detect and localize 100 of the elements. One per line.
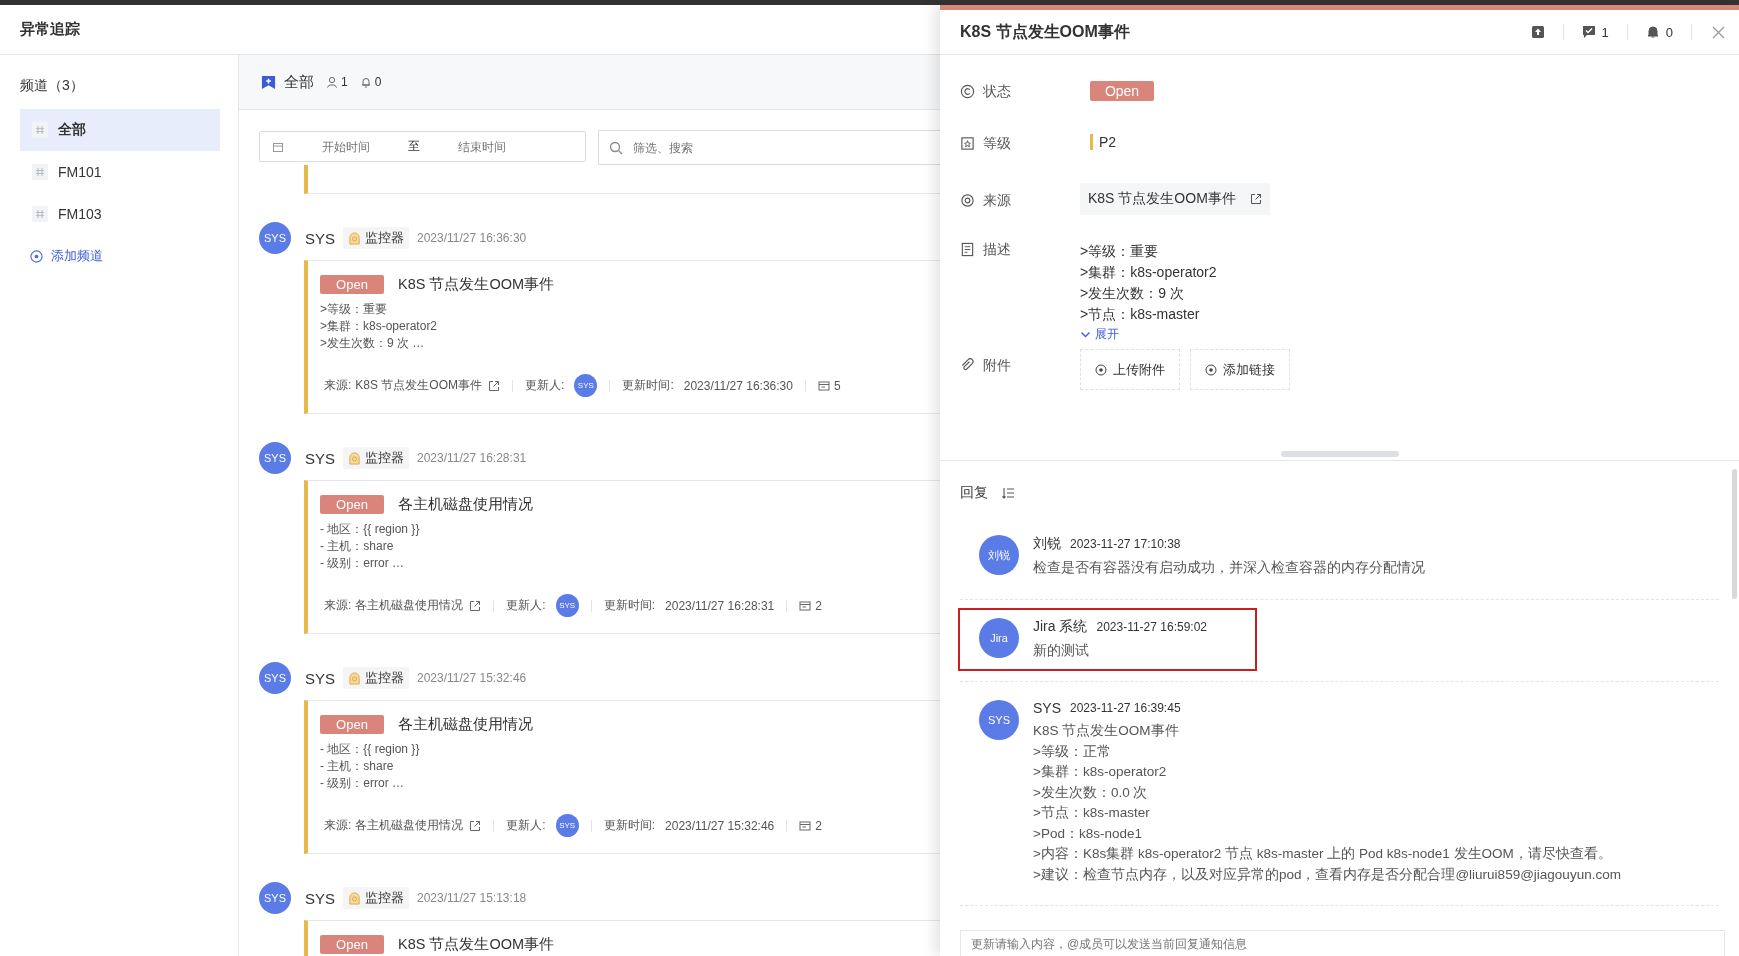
user-avatar: SYS (979, 700, 1019, 740)
event-card[interactable]: Open 各主机磁盘使用情况 - 地区：{{ region }} - 主机：share - 级别：error … 来源: 各主机磁盘使用情况 更新人: SYS 更新时间: 2023/11/27 16:28:31 2 (304, 480, 940, 634)
update-time: 2023/11/27 15:32:46 (665, 818, 775, 833)
source-link[interactable]: 各主机磁盘使用情况 (355, 817, 464, 834)
source-icon (960, 193, 975, 208)
user-avatar: SYS (259, 442, 291, 474)
member-count[interactable]: 1 (326, 75, 348, 89)
event-summary: >等级：重要 >集群：k8s-operator2 >发生次数：9 次 … (320, 301, 439, 352)
comment-count: 2 (799, 598, 822, 613)
external-link-icon[interactable] (469, 819, 482, 832)
reply-input[interactable]: 更新请输入内容，@成员可以发送当前回复通知信息 (960, 930, 1725, 956)
scrollbar[interactable] (1732, 469, 1737, 599)
source-tag: 监控器 (343, 667, 409, 689)
updater-label: 更新人: (506, 817, 546, 834)
event-title: 各主机磁盘使用情况 (398, 495, 533, 514)
source-label: 来源: (324, 377, 352, 394)
expand-button[interactable]: 展开 (1080, 326, 1119, 343)
range-separator: 至 (408, 138, 420, 155)
user-avatar: SYS (555, 814, 579, 837)
sort-icon[interactable] (1002, 487, 1015, 499)
status-badge: Open (320, 495, 384, 514)
comment-icon (799, 819, 812, 832)
reply-time: 2023-11-27 16:59:02 (1096, 619, 1207, 634)
event-summary: - 地区：{{ region }} - 主机：share - 级别：error … (320, 741, 421, 792)
user-avatar: 刘锐 (979, 535, 1019, 575)
attachment-button[interactable]: 上传附件 (1080, 349, 1180, 390)
bell-icon (359, 76, 372, 88)
update-time: 2023/11/27 16:36:30 (683, 378, 793, 393)
external-link-icon (1249, 193, 1262, 205)
author-name: SYS (305, 449, 335, 467)
source-label: 来源: (324, 817, 352, 834)
notification-count[interactable]: 0 (359, 75, 382, 89)
all-tab[interactable]: 全部 (261, 72, 314, 92)
event-card[interactable]: Open K8S 节点发生OOM事件 >等级：重要 >集群：k8s-operator2 >发生次数：9 次 … 来源: K8S 节点发生OOM事件 更新人: SYS 更新时间: 2023/11/27 16:36:30 5 (304, 260, 940, 414)
channel-item[interactable]: FM103 (20, 193, 220, 235)
hash-icon (32, 164, 48, 180)
event-title: K8S 节点发生OOM事件 (398, 935, 555, 954)
event-time: 2023/11/27 15:13:18 (417, 891, 527, 905)
reply-time: 2023-11-27 17:10:38 (1070, 537, 1181, 551)
comment-count: 2 (799, 818, 822, 833)
comment-check-icon (1581, 25, 1596, 39)
field-label: 等级 (983, 135, 1011, 153)
source-link[interactable]: K8S 节点发生OOM事件 (355, 377, 483, 394)
sidebar-heading: 频道（3） (20, 77, 85, 95)
description-text: >等级：重要 >集群：k8s-operator2 >发生次数：9 次 >节点：k8s-master (1080, 242, 1217, 324)
field-label: 状态 (983, 83, 1011, 101)
search-icon (609, 140, 623, 155)
start-time-input[interactable]: 开始时间 (284, 138, 408, 155)
author-name: SYS (305, 889, 335, 907)
reply-author: 刘锐 (1033, 535, 1061, 553)
event-title: 各主机磁盘使用情况 (398, 715, 533, 734)
update-time: 2023/11/27 16:28:31 (665, 598, 775, 613)
event-title: K8S 节点发生OOM事件 (398, 275, 555, 294)
add-circle-icon (30, 249, 43, 263)
hash-icon (32, 122, 48, 138)
field-label: 描述 (983, 241, 1011, 259)
priority-level: P2 (1090, 134, 1117, 150)
source-link[interactable]: 各主机磁盘使用情况 (355, 597, 464, 614)
source-tag: 监控器 (343, 887, 409, 909)
status-badge: Open (320, 935, 384, 954)
user-avatar: SYS (259, 662, 291, 694)
channel-item[interactable]: 全部 (20, 109, 220, 151)
notification-count[interactable]: 0 (1645, 24, 1673, 40)
event-card[interactable]: Open 各主机磁盘使用情况 - 地区：{{ region }} - 主机：share - 级别：error … 来源: 各主机磁盘使用情况 更新人: SYS 更新时间: 2023/11/27 15:32:46 2 (304, 700, 940, 854)
bookmark-plus-icon (261, 74, 276, 90)
user-avatar: SYS (574, 374, 598, 397)
monitor-icon (348, 451, 361, 465)
event-time: 2023/11/27 15:32:46 (417, 671, 527, 685)
status-icon (960, 84, 975, 99)
source-tag: 监控器 (343, 447, 409, 469)
reply-text: 新的测试 (1033, 641, 1090, 660)
add-circle-icon (1205, 363, 1217, 376)
upload-icon[interactable] (1530, 25, 1545, 39)
add-circle-icon (1095, 363, 1107, 376)
attachments-icon (960, 358, 975, 373)
monitor-icon (348, 231, 361, 245)
user-avatar: SYS (259, 882, 291, 914)
description-icon (960, 242, 975, 257)
event-card[interactable]: Open K8S 节点发生OOM事件 (304, 920, 940, 956)
source-link[interactable]: K8S 节点发生OOM事件 (1080, 183, 1270, 215)
updater-label: 更新人: (506, 597, 546, 614)
add-channel-button[interactable]: 添加频道 (20, 247, 103, 265)
author-name: SYS (305, 229, 335, 247)
drawer-title: K8S 节点发生OOM事件 (960, 21, 1130, 42)
reply-text: 检查是否有容器没有启动成功，并深入检查容器的内存分配情况 (1033, 559, 1425, 577)
resize-handle[interactable] (1280, 451, 1399, 457)
level-icon (960, 136, 975, 151)
user-avatar: SYS (555, 594, 579, 617)
external-link-icon[interactable] (488, 379, 501, 392)
source-tag: 监控器 (343, 227, 409, 249)
update-time-label: 更新时间: (622, 377, 674, 394)
event-time: 2023/11/27 16:28:31 (417, 451, 527, 465)
attachment-button[interactable]: 添加链接 (1190, 349, 1290, 390)
source-label: 来源: (324, 597, 352, 614)
channel-item[interactable]: FM101 (20, 151, 220, 193)
end-time-input[interactable]: 结束时间 (420, 138, 544, 155)
calendar-icon (272, 140, 284, 153)
external-link-icon[interactable] (469, 599, 482, 612)
reply-text: K8S 节点发生OOM事件 >等级：正常 >集群：k8s-operator2 >发生次数：0.0 次 >节点：k8s-master >Pod：k8s-node1 >内容：K8s集群 k8s-operator2 节点 k8s-master 上的 Pod k8s-node1 发生OOM，请尽快查看。 >建议：检查节点内存，以及对应异常的pod，查看内存是否分配合理@liurui859@jiagouyun.com (1033, 722, 1621, 884)
comment-count[interactable]: 1 (1581, 24, 1609, 40)
